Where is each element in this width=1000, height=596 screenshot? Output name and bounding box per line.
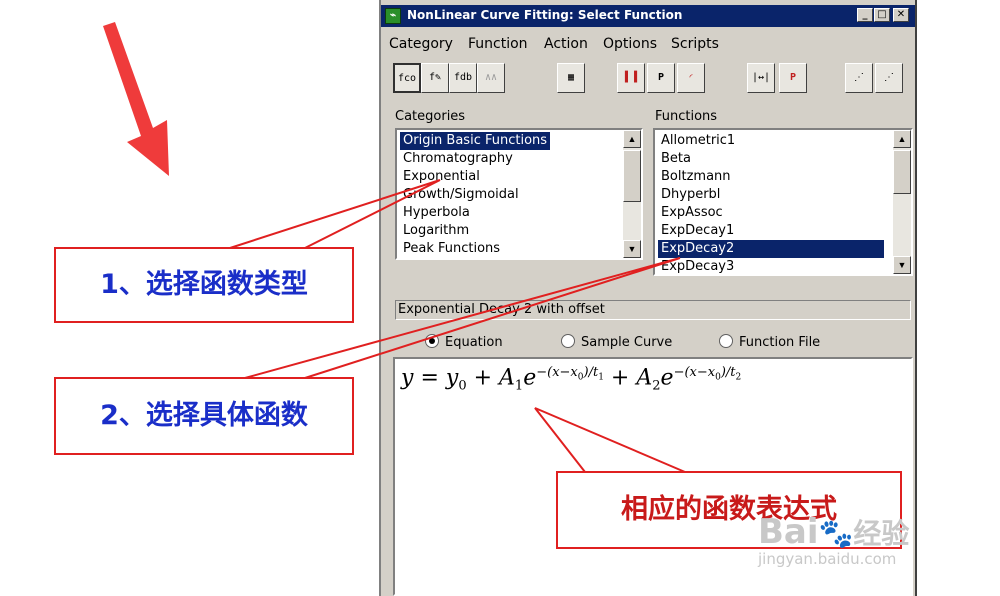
step1-leader (229, 179, 441, 249)
baidu-watermark: Bai🐾经验 jingyan.baidu.com (758, 512, 909, 568)
callout-select-function: 2、选择具体函数 (54, 377, 354, 455)
watermark-brand: Bai (758, 512, 819, 552)
expression-leader (534, 407, 686, 473)
callout-select-category: 1、选择函数类型 (54, 247, 354, 323)
watermark-site: jingyan.baidu.com (758, 550, 897, 568)
paw-icon: 🐾 (818, 517, 854, 550)
watermark-brand2: 经验 (853, 517, 910, 550)
